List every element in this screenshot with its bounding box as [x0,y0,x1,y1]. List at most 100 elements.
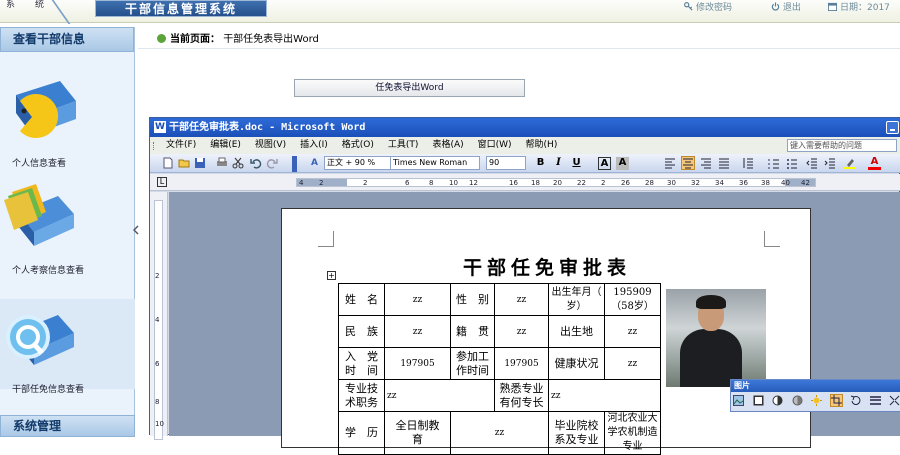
numbering-icon[interactable] [768,157,780,169]
underline-button[interactable]: U [570,156,583,170]
logout-link[interactable]: 退出 [771,2,819,13]
sidebar-header[interactable]: 查看干部信息 [0,27,134,52]
tab-system-2[interactable]: 统 [35,0,44,10]
table-cell[interactable]: 健康状况 [548,347,605,380]
grip-icon [153,142,156,150]
open-folder-icon[interactable] [178,157,190,169]
table-cell[interactable]: zz [604,347,661,380]
line-spacing-icon[interactable] [742,157,754,169]
table-cell[interactable]: 性 别 [450,283,495,316]
vruler-tick: 6 [155,360,160,368]
horizontal-ruler[interactable]: L 4 2 2 6 8 10 12 16 18 20 22 2 26 28 30… [150,174,900,191]
ruler-tick: 4 [299,179,304,187]
document-page[interactable]: + 干部任免审批表 姓 名 zz 性 别 zz 出生年月（ 岁） 195909（… [281,208,811,455]
word-title-bar[interactable]: W 干部任免审批表.doc - Microsoft Word [150,118,900,137]
bold-button[interactable]: B [534,156,547,170]
table-cell[interactable]: 民 族 [338,315,385,348]
increase-indent-icon[interactable] [824,157,836,169]
table-cell[interactable]: 熟悉专业有何专长 [494,379,549,412]
change-password-label: 修改密码 [696,3,733,13]
table-cell[interactable]: zz [450,411,549,455]
sidebar-item-personal-info[interactable]: 个人信息查看 [0,75,135,169]
help-search-input[interactable]: 键入需要帮助的问题 [787,139,897,152]
align-left-icon[interactable] [664,157,676,169]
table-cell[interactable]: 出生年月（ 岁） [548,283,612,316]
menu-help[interactable]: 帮助(H) [526,140,558,150]
highlight-icon[interactable] [844,157,856,169]
sidebar-item-appointment-info[interactable]: 干部任免信息查看 [0,299,135,395]
vertical-ruler[interactable]: 2 4 6 8 10 [150,192,168,440]
sidebar-item-evaluation-info[interactable]: 个人考察信息查看 [0,182,135,276]
menu-view[interactable]: 视图(V) [255,140,286,150]
menu-tools[interactable]: 工具(T) [388,140,419,150]
undo-icon[interactable] [250,157,262,169]
sidebar-footer-system-management[interactable]: 系统管理 [0,415,135,437]
font-color-button[interactable]: A [868,156,881,170]
table-cell[interactable]: 河北农业大学农机制造专业 [604,411,661,455]
sidebar-collapse-icon[interactable] [132,225,139,235]
save-icon[interactable] [194,157,206,169]
crop-icon[interactable] [829,394,843,407]
table-cell[interactable]: 毕业院校系及专业 [548,411,605,455]
more-brightness-icon[interactable] [811,395,822,406]
font-size-select[interactable]: 90 [486,156,526,170]
print-icon[interactable] [216,157,228,169]
redo-icon[interactable] [266,157,278,169]
styles-pane-icon[interactable]: A [308,156,321,170]
table-cell[interactable]: zz [548,379,661,412]
table-cell[interactable]: zz [494,315,549,348]
style-select[interactable]: 正文 + 90 % [324,156,392,170]
change-password-link[interactable]: 修改密码 [684,2,750,13]
cut-icon[interactable] [232,157,244,169]
table-cell[interactable]: 参加工作时间 [450,347,495,380]
table-cell[interactable]: zz [384,379,495,412]
document-area[interactable]: + 干部任免审批表 姓 名 zz 性 别 zz 出生年月（ 岁） 195909（… [169,192,900,455]
table-cell[interactable]: 籍 贯 [450,315,495,348]
table-cell[interactable]: 专业技术职务 [338,379,385,412]
minimize-button[interactable] [886,121,899,134]
table-cell[interactable]: 入 党时 间 [338,347,385,380]
char-border-button[interactable]: A [598,157,611,170]
appointment-table[interactable]: 姓 名 zz 性 别 zz 出生年月（ 岁） 195909（58岁） 民 族 z… [338,283,661,455]
new-doc-icon[interactable] [162,157,174,169]
tab-system-1[interactable]: 系 [6,0,15,10]
justify-icon[interactable] [718,157,730,169]
align-right-icon[interactable] [700,157,712,169]
char-shading-button[interactable]: A [616,157,629,170]
word-window[interactable]: W 干部任免审批表.doc - Microsoft Word 文件(F) 编辑(E… [149,117,900,455]
more-contrast-icon[interactable] [772,395,783,406]
table-cell[interactable]: 全日制教 育 [384,411,451,455]
bullets-icon[interactable] [786,157,798,169]
menu-insert[interactable]: 插入(I) [300,140,328,150]
align-center-icon[interactable] [681,156,695,170]
table-cell[interactable]: 学 历 [338,411,385,455]
table-cell[interactable]: 197905 [494,347,549,380]
color-icon[interactable] [753,395,764,406]
decrease-indent-icon[interactable] [806,157,818,169]
export-word-button[interactable]: 任免表导出Word [294,79,525,97]
less-contrast-icon[interactable] [792,395,803,406]
tab-stop-icon[interactable]: L [157,177,167,187]
table-cell[interactable]: 出生地 [548,315,605,348]
italic-button[interactable]: I [552,156,565,170]
font-select[interactable]: Times New Roman [390,156,480,170]
menu-edit[interactable]: 编辑(E) [210,140,241,150]
portrait-photo[interactable] [666,289,766,387]
table-cell[interactable]: 197905 [384,347,451,380]
menu-table[interactable]: 表格(A) [432,140,463,150]
picture-toolbar[interactable]: 图片 [730,379,900,412]
line-style-icon[interactable] [869,395,881,406]
table-cell[interactable]: zz [384,283,451,316]
menu-file[interactable]: 文件(F) [166,140,196,150]
rotate-icon[interactable] [850,395,861,406]
menu-format[interactable]: 格式(O) [342,140,374,150]
table-cell[interactable]: 195909（58岁） [604,283,661,316]
menu-window[interactable]: 窗口(W) [478,140,512,150]
table-cell[interactable]: 姓 名 [338,283,385,316]
table-cell[interactable]: zz [384,315,451,348]
insert-picture-icon[interactable] [733,395,744,406]
table-cell[interactable]: zz [494,283,549,316]
table-cell[interactable]: zz [604,315,661,348]
table-row: 专业技术职务 zz 熟悉专业有何专长 zz [338,379,661,412]
compress-icon[interactable] [889,395,900,406]
